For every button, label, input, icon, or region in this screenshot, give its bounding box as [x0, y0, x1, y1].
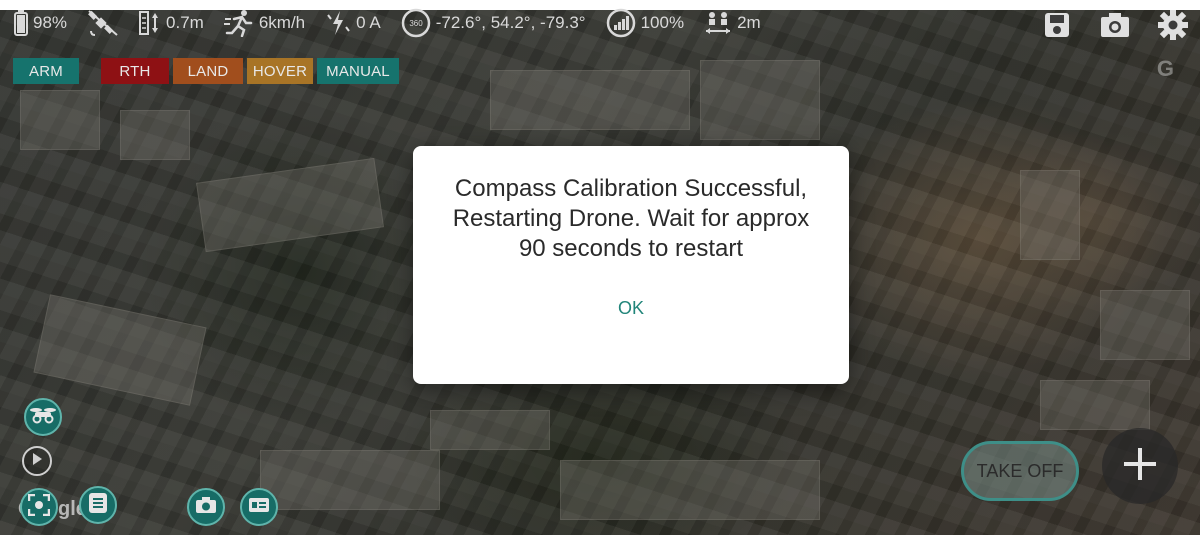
dialog-message: Compass Calibration Successful, Restarti… — [452, 175, 810, 262]
calibration-dialog: Compass Calibration Successful, Restarti… — [413, 146, 849, 384]
ok-button[interactable]: OK — [604, 292, 658, 325]
